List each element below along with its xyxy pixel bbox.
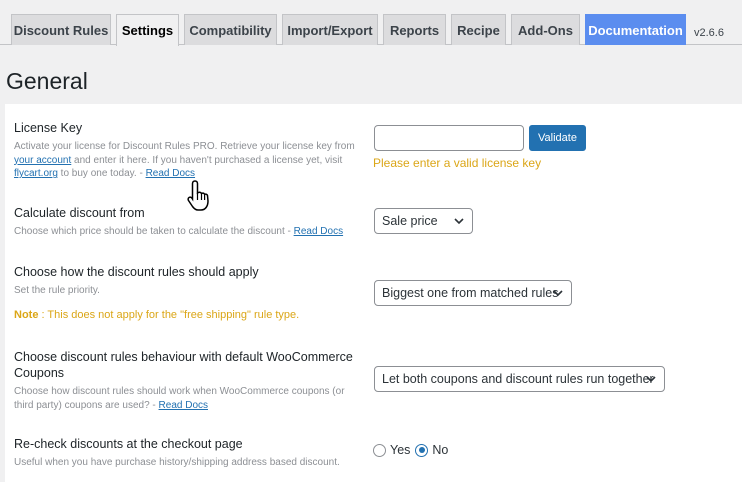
recheck-no-radio[interactable] [415, 443, 429, 457]
coupon-behaviour-row: Choose discount rules behaviour with def… [14, 349, 364, 412]
flycart-link[interactable]: flycart.org [14, 168, 58, 179]
tab-settings[interactable]: Settings [116, 14, 179, 46]
recheck-no-label: No [432, 443, 449, 457]
license-warning-text: Please enter a valid license key [373, 156, 542, 170]
page-title: General [6, 68, 88, 94]
settings-panel: License Key Activate your license for Di… [5, 104, 742, 482]
recheck-yes-label: Yes [390, 443, 411, 457]
coupon-behaviour-label: Choose discount rules behaviour with def… [14, 350, 353, 380]
tab-recipe[interactable]: Recipe [451, 14, 506, 45]
rule-apply-select[interactable]: Biggest one from matched rules [374, 280, 572, 306]
coupon-behaviour-description: Choose how discount rules should work wh… [14, 386, 345, 411]
tab-reports[interactable]: Reports [383, 14, 446, 45]
license-key-row: License Key Activate your license for Di… [14, 120, 364, 181]
coupon-behaviour-select[interactable]: Let both coupons and discount rules run … [374, 366, 665, 392]
license-key-description: Activate your license for Discount Rules… [14, 141, 355, 179]
license-key-label: License Key [14, 121, 83, 135]
recheck-label: Re-check discounts at the checkout page [14, 437, 243, 451]
tab-import-export[interactable]: Import/Export [282, 14, 378, 45]
chevron-down-icon [553, 290, 563, 297]
your-account-link[interactable]: your account [14, 155, 71, 166]
calculate-read-docs-link[interactable]: Read Docs [294, 226, 343, 237]
tab-documentation[interactable]: Documentation [585, 14, 686, 45]
coupon-read-docs-link[interactable]: Read Docs [159, 400, 208, 411]
calculate-discount-select[interactable]: Sale price [374, 208, 473, 234]
recheck-radio-group: Yes No [373, 443, 448, 457]
tab-compatibility[interactable]: Compatibility [184, 14, 277, 45]
rule-apply-label: Choose how the discount rules should app… [14, 265, 259, 279]
rule-apply-description: Set the rule priority. [14, 285, 100, 296]
rule-apply-row: Choose how the discount rules should app… [14, 264, 364, 321]
recheck-yes-radio[interactable] [373, 443, 386, 457]
hand-pointer-cursor-icon [187, 180, 209, 211]
license-read-docs-link[interactable]: Read Docs [146, 168, 195, 179]
validate-button[interactable]: Validate [529, 125, 586, 151]
nav-tabs: Discount Rules Settings Compatibility Im… [0, 0, 742, 46]
tab-discount-rules[interactable]: Discount Rules [11, 14, 111, 45]
tab-add-ons[interactable]: Add-Ons [511, 14, 580, 45]
recheck-description: Useful when you have purchase history/sh… [14, 457, 340, 468]
rule-apply-note: Note : This does not apply for the "free… [14, 308, 300, 321]
chevron-down-icon [454, 218, 464, 225]
license-key-input[interactable] [374, 125, 524, 151]
recheck-row: Re-check discounts at the checkout page … [14, 436, 364, 470]
version-label: v2.6.6 [694, 27, 724, 39]
calculate-discount-description: Choose which price should be taken to ca… [14, 226, 344, 237]
chevron-down-icon [646, 376, 656, 383]
